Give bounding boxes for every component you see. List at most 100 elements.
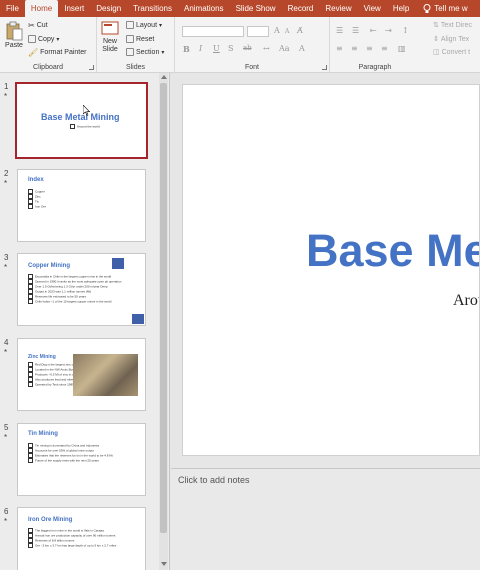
- reset-button[interactable]: Reset: [126, 35, 154, 43]
- increase-indent-icon[interactable]: ⇥: [385, 26, 392, 35]
- thumb-item: Operated by Teck since 1989: [28, 382, 74, 387]
- format-painter-label: Format Painter: [40, 49, 87, 56]
- copy-label: Copy: [38, 35, 55, 43]
- thumbnail-scrollbar[interactable]: [159, 73, 168, 570]
- section-icon: [126, 48, 134, 56]
- clipboard-launcher-icon[interactable]: [89, 65, 94, 70]
- tell-me-label: Tell me w: [434, 4, 468, 13]
- slide-number: 1: [4, 82, 9, 91]
- slide-thumbnail-4[interactable]: Zinc Mining Red Dog is the largest zinc …: [17, 338, 146, 411]
- align-right-icon[interactable]: ≡: [366, 44, 373, 53]
- font-name-box[interactable]: [182, 26, 244, 37]
- reset-icon: [126, 35, 134, 43]
- tab-slide-show[interactable]: Slide Show: [230, 0, 282, 17]
- notes-placeholder: Click to add notes: [178, 475, 250, 485]
- shrink-font-button[interactable]: A: [285, 28, 289, 35]
- align-left-icon[interactable]: ≡: [336, 44, 343, 53]
- convert-smartart-button[interactable]: ◫ Convert t: [433, 48, 470, 57]
- slide-star: *: [4, 348, 8, 357]
- thumb-item: Iron Ore: [28, 204, 46, 209]
- paste-button[interactable]: Paste: [5, 21, 23, 49]
- thumb-item: Chile holds ~1 of the 10 largest copper …: [28, 299, 111, 304]
- text-direction-button[interactable]: ⇅ Text Direc: [433, 21, 472, 30]
- slide-thumbnail-6[interactable]: Iron Ore Mining The biggest iron mine in…: [17, 507, 146, 570]
- current-slide[interactable]: Base Me Arou: [182, 84, 480, 456]
- scroll-up-icon[interactable]: [161, 75, 167, 79]
- grow-font-button[interactable]: A: [274, 26, 280, 35]
- tab-design[interactable]: Design: [90, 0, 127, 17]
- slide-number: 5: [4, 423, 9, 432]
- tab-file[interactable]: File: [0, 0, 25, 17]
- lightbulb-icon: [423, 3, 431, 13]
- tab-record[interactable]: Record: [282, 0, 320, 17]
- slide-thumbnail-5[interactable]: Tin Mining Tin mining is dominated by Ch…: [17, 423, 146, 496]
- bold-button[interactable]: B: [183, 44, 190, 54]
- tab-transitions[interactable]: Transitions: [127, 0, 178, 17]
- slide-number: 2: [4, 169, 9, 178]
- decrease-indent-icon[interactable]: ⇤: [370, 26, 377, 35]
- justify-icon[interactable]: ≡: [381, 44, 388, 53]
- change-case-icon[interactable]: Aa: [279, 44, 290, 53]
- paintbrush-icon: 🖌: [28, 48, 39, 57]
- slide-star: *: [4, 433, 8, 442]
- font-color-icon[interactable]: A: [299, 44, 305, 53]
- italic-button[interactable]: I: [199, 44, 202, 53]
- slide-thumbnail-2[interactable]: Index Copper Zinc Tin Iron Ore: [17, 169, 146, 242]
- paragraph-group-label: Paragraph: [358, 64, 392, 71]
- layout-button[interactable]: Layout ▾: [126, 21, 162, 29]
- copy-button[interactable]: Copy ▾: [28, 35, 59, 43]
- reset-label: Reset: [136, 35, 155, 43]
- slide-number: 6: [4, 507, 9, 516]
- slide-editor: Base Me Arou: [171, 73, 480, 468]
- align-center-icon[interactable]: ≡: [351, 44, 358, 53]
- slide-title[interactable]: Base Me: [306, 225, 479, 277]
- align-text-label: Align Tex: [440, 35, 470, 43]
- font-launcher-icon[interactable]: [322, 65, 327, 70]
- shadow-button[interactable]: S: [228, 44, 233, 53]
- slide-thumbnail-3[interactable]: Copper Mining Escondida in Chile is the …: [17, 253, 146, 326]
- strikethrough-button[interactable]: ab: [243, 44, 252, 52]
- cut-button[interactable]: ✂ Cut: [28, 21, 48, 30]
- paragraph-group: ☰ ☰ ⇤ ⇥ ↕ ≡ ≡ ≡ ≡ ▥ ⇅ Text Direc ⇕ Align…: [330, 17, 480, 73]
- thumb-title: Copper Mining: [28, 263, 70, 269]
- numbering-icon[interactable]: ☰: [352, 26, 359, 35]
- char-spacing-icon[interactable]: ↔: [263, 44, 270, 53]
- mining-icon: [112, 258, 124, 269]
- tab-view[interactable]: View: [358, 0, 387, 17]
- tab-animations[interactable]: Animations: [178, 0, 230, 17]
- scroll-down-icon[interactable]: [161, 562, 167, 566]
- font-size-box[interactable]: [247, 26, 269, 37]
- tell-me-box[interactable]: Tell me w: [415, 0, 473, 17]
- slide-star: *: [4, 92, 8, 101]
- notes-pane[interactable]: Click to add notes: [171, 468, 480, 570]
- tab-help[interactable]: Help: [387, 0, 415, 17]
- tab-home[interactable]: Home: [24, 0, 59, 17]
- slide-subtitle[interactable]: Arou: [453, 292, 479, 310]
- align-text-button[interactable]: ⇕ Align Tex: [433, 35, 470, 44]
- align-text-icon: ⇕: [433, 36, 439, 43]
- bullets-icon[interactable]: ☰: [336, 26, 343, 35]
- chevron-down-icon: ▾: [161, 49, 165, 56]
- clear-format-icon[interactable]: A̸: [297, 26, 303, 35]
- slides-group-label: Slides: [125, 64, 146, 71]
- font-group: A A A̸ B I U S ab ↔ Aa A Font: [175, 17, 330, 73]
- tab-insert[interactable]: Insert: [58, 0, 90, 17]
- new-slide-icon: [101, 21, 119, 35]
- columns-icon[interactable]: ▥: [398, 44, 406, 53]
- scrollbar-thumb[interactable]: [160, 83, 167, 533]
- tab-review[interactable]: Review: [319, 0, 357, 17]
- clipboard-group-label: Clipboard: [33, 64, 63, 71]
- new-slide-button[interactable]: New Slide: [101, 21, 119, 53]
- clipboard-group: Paste ✂ Cut Copy ▾ 🖌 Format Painter Clip…: [0, 17, 97, 73]
- slides-group: New Slide Layout ▾ Reset Section ▾ Slide…: [97, 17, 175, 73]
- smartart-icon: ◫: [433, 49, 440, 56]
- slide-star: *: [4, 263, 8, 272]
- format-painter-button[interactable]: 🖌 Format Painter: [28, 48, 86, 57]
- slide-thumbnail-1[interactable]: Base Metal Mining Around the world: [15, 82, 148, 159]
- line-spacing-icon[interactable]: ↕: [402, 26, 409, 35]
- slide-number: 4: [4, 338, 9, 347]
- chevron-down-icon: ▾: [56, 36, 60, 43]
- section-button[interactable]: Section ▾: [126, 48, 164, 56]
- mine-photo: [73, 354, 138, 396]
- underline-button[interactable]: U: [213, 44, 220, 53]
